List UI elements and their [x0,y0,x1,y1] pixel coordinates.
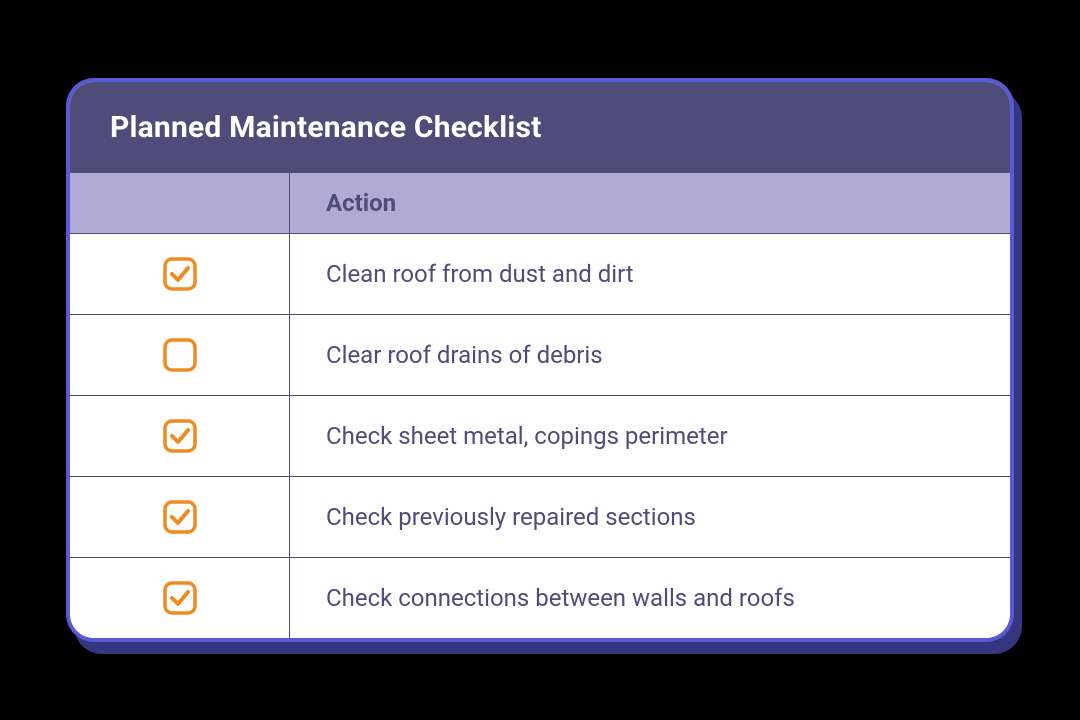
checkbox-cell[interactable] [70,234,290,314]
checkbox-unchecked-icon [162,337,198,373]
checkbox-cell[interactable] [70,396,290,476]
table-row: Clear roof drains of debris [70,314,1010,395]
card-title: Planned Maintenance Checklist [110,110,970,145]
checkbox-checked-icon [162,418,198,454]
action-label: Clear roof drains of debris [290,315,1010,395]
table-row: Check sheet metal, copings perimeter [70,395,1010,476]
action-label: Check previously repaired sections [290,477,1010,557]
checklist-card: Planned Maintenance Checklist Action Cle… [70,82,1010,638]
action-label: Check connections between walls and roof… [290,558,1010,638]
action-label: Check sheet metal, copings perimeter [290,396,1010,476]
checkbox-cell[interactable] [70,315,290,395]
action-label: Clean roof from dust and dirt [290,234,1010,314]
table-subheader: Action [70,173,1010,233]
table-row: Check connections between walls and roof… [70,557,1010,638]
column-check-header [70,173,290,233]
checkbox-cell[interactable] [70,477,290,557]
checkbox-checked-icon [162,580,198,616]
checkbox-cell[interactable] [70,558,290,638]
column-action-header: Action [290,173,1010,233]
checkbox-checked-icon [162,256,198,292]
card-header: Planned Maintenance Checklist [70,82,1010,173]
table-row: Check previously repaired sections [70,476,1010,557]
checkbox-checked-icon [162,499,198,535]
table-row: Clean roof from dust and dirt [70,233,1010,314]
